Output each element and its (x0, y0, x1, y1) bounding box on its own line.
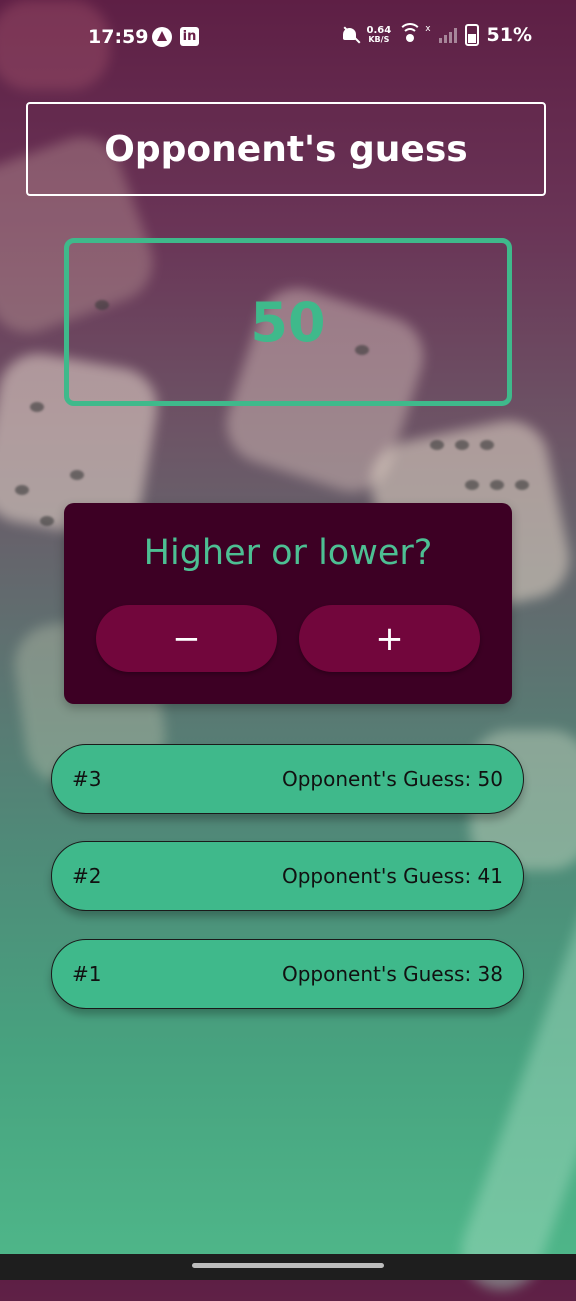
dice-pip (465, 480, 479, 490)
home-gesture-handle[interactable] (192, 1263, 384, 1268)
dice-pip (490, 480, 504, 490)
higher-button[interactable]: + (299, 605, 480, 672)
no-signal-mark: x (425, 24, 431, 34)
page-title: Opponent's guess (26, 102, 546, 196)
battery-percent: 51% (486, 24, 532, 46)
dice-pip (515, 480, 529, 490)
guess-round: #1 (72, 962, 102, 986)
network-speed: 0.64 KB/S (366, 25, 392, 45)
higher-lower-prompt: Higher or lower? (143, 533, 433, 573)
guess-text: Opponent's Guess: 50 (281, 767, 503, 791)
dice-pip (480, 440, 494, 450)
dice-pip (70, 470, 84, 480)
guess-round: #2 (72, 864, 102, 888)
higher-lower-card: Higher or lower? − + (64, 503, 512, 704)
wifi-icon (398, 23, 423, 43)
cell-signal-icon (438, 27, 457, 43)
guess-text: Opponent's Guess: 38 (281, 962, 503, 986)
dice-pip (15, 485, 29, 495)
status-time: 17:59 (88, 26, 149, 48)
dice-pip (30, 402, 44, 412)
guess-log-item: #2 Opponent's Guess: 41 (51, 841, 524, 911)
muted-bell-icon (341, 26, 359, 44)
linkedin-icon: in (180, 27, 199, 46)
lower-button[interactable]: − (96, 605, 277, 672)
current-guess-display: 50 (64, 238, 512, 406)
status-icons: 0.64 KB/S x 51% (341, 23, 532, 46)
dice-pip (430, 440, 444, 450)
battery-icon (464, 24, 479, 46)
dice-pip (40, 516, 54, 526)
guess-round: #3 (72, 767, 102, 791)
status-bar: 17:59 in 0.64 KB/S x 51% (0, 0, 576, 76)
guess-log-item: #3 Opponent's Guess: 50 (51, 744, 524, 814)
guess-text: Opponent's Guess: 41 (281, 864, 503, 888)
guess-log-item: #1 Opponent's Guess: 38 (51, 939, 524, 1009)
dice-pip (455, 440, 469, 450)
app-notification-icon (152, 27, 172, 47)
